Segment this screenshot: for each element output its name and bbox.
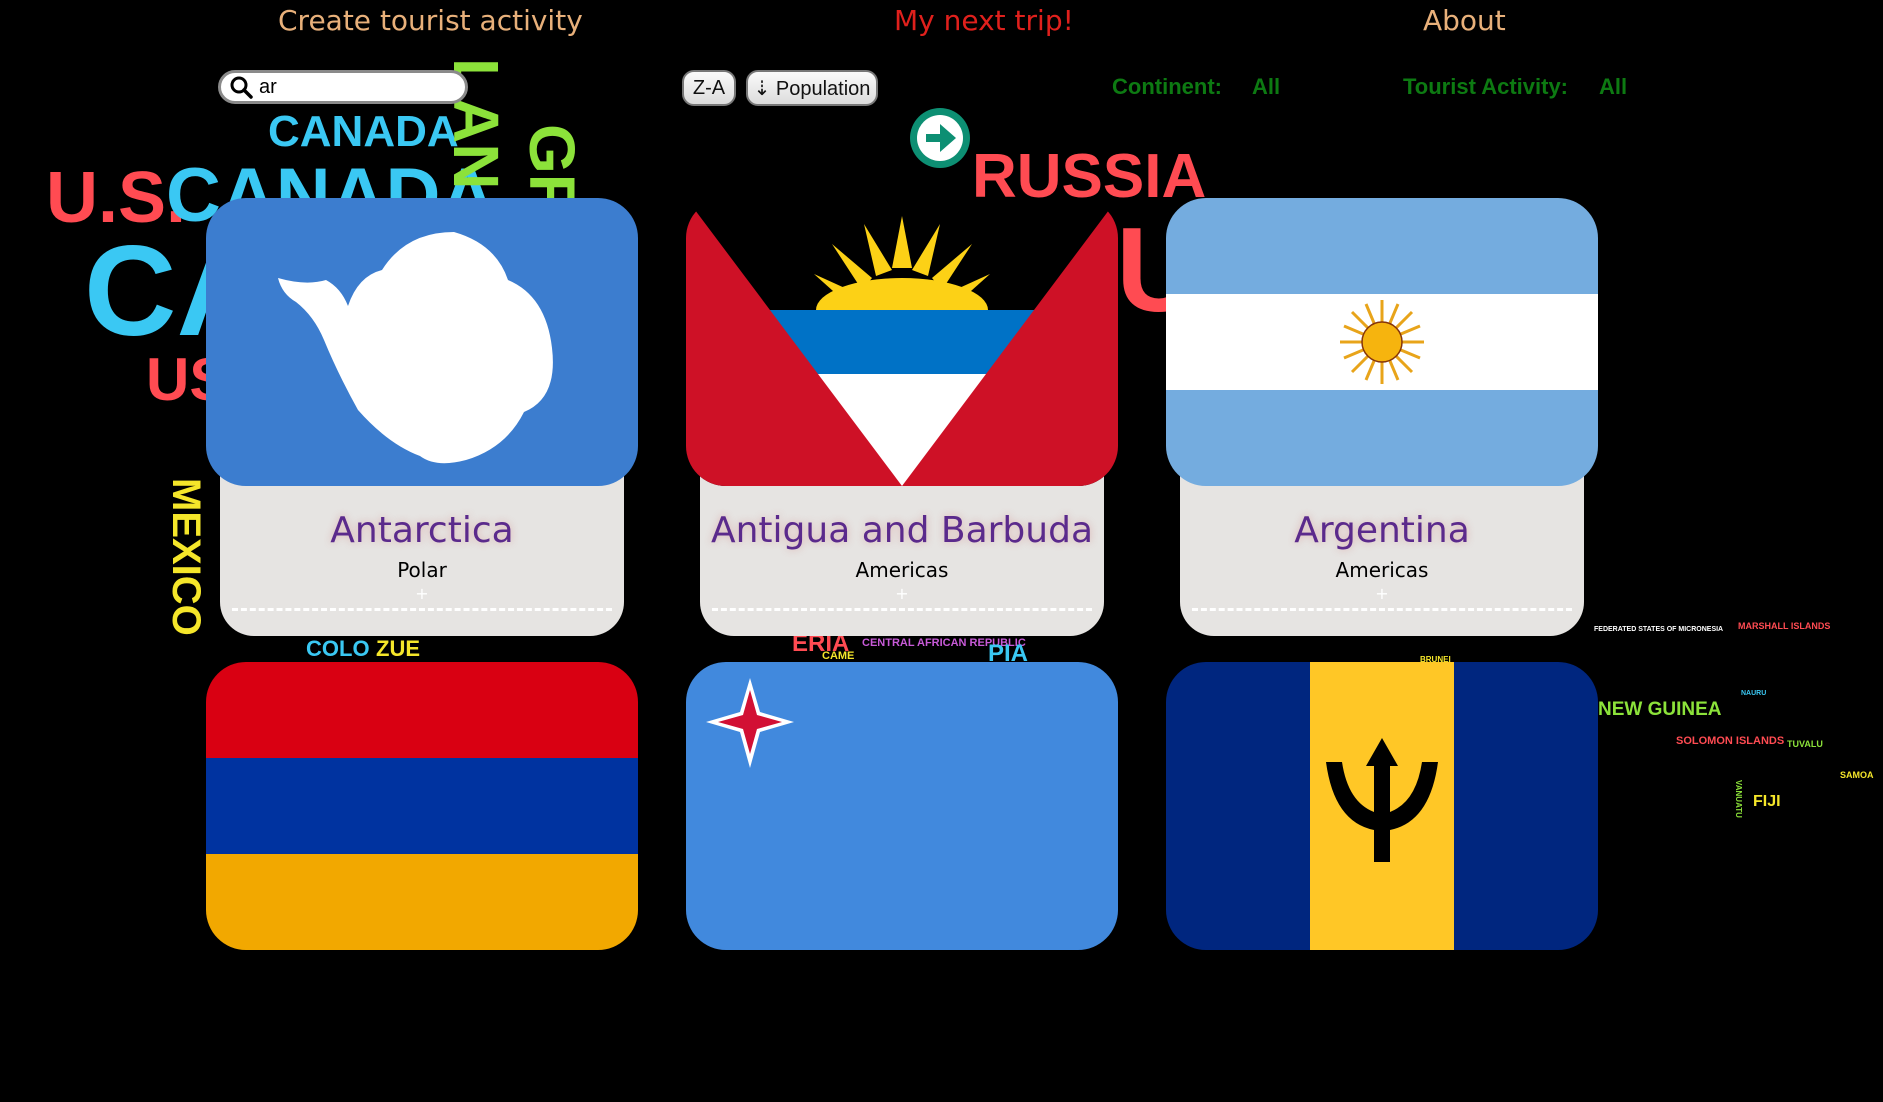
plus-icon: + [895,584,909,603]
plus-icon: + [415,584,429,603]
bg-word: FEDERATED STATES OF MICRONESIA [1594,626,1724,633]
country-continent: Polar [397,558,447,582]
bg-word: VANUATU [1734,780,1743,818]
nav-my-next-trip[interactable]: My next trip! [894,4,1074,37]
sort-za-button[interactable]: Z-A [682,70,736,106]
bg-word: NAURU [1741,690,1767,697]
country-name: Antigua and Barbuda [710,510,1094,551]
search-box[interactable] [218,70,468,104]
nav-about[interactable]: About [1423,4,1506,37]
australia-flag [686,662,1118,950]
antarctica-flag [206,198,638,486]
activity-filter-value[interactable]: All [1599,74,1627,100]
antigua-flag [686,198,1118,486]
country-card[interactable] [686,662,1118,1102]
card-divider [1192,608,1572,611]
barbados-flag [1166,662,1598,950]
card-divider [712,608,1092,611]
country-name: Argentina [1294,510,1470,551]
bg-word: NEW GUINEA [1598,699,1722,720]
bg-word: SOLOMON ISLANDS [1676,735,1785,747]
search-icon [230,76,253,99]
bg-word: CANADA [268,107,459,156]
country-card[interactable] [1166,662,1598,1102]
country-continent: Americas [855,558,949,582]
sort-population-button[interactable]: ⇣ Population [746,70,878,106]
bg-word: ZUE [376,636,420,661]
continent-filter-value[interactable]: All [1252,74,1280,100]
bg-word: TUVALU [1787,739,1823,749]
armenia-flag [206,662,638,950]
bg-word: MARSHALL ISLANDS [1738,621,1831,631]
bg-word: COLO [306,636,370,661]
country-card[interactable]: Antigua and Barbuda Americas + [686,198,1118,638]
card-divider [232,608,612,611]
activity-filter-label: Tourist Activity: [1403,74,1569,99]
search-input[interactable] [259,75,449,99]
country-name: Antarctica [330,510,514,551]
country-card[interactable] [206,662,638,1102]
next-arrow-button[interactable] [910,108,970,168]
bg-word: FIJI [1753,793,1781,810]
country-continent: Americas [1335,558,1429,582]
bg-word: MEXICO [164,478,208,636]
plus-icon: + [1375,584,1389,603]
continent-filter-label: Continent: [1112,74,1222,99]
country-card[interactable]: Antarctica Polar + [206,198,638,638]
nav-create-activity[interactable]: Create tourist activity [278,4,583,37]
bg-word: CAME [822,650,855,662]
country-card[interactable]: Argentina Americas + [1166,198,1598,638]
bg-word: SAMOA [1840,770,1874,780]
arrow-right-icon [917,115,963,161]
argentina-flag [1166,198,1598,486]
